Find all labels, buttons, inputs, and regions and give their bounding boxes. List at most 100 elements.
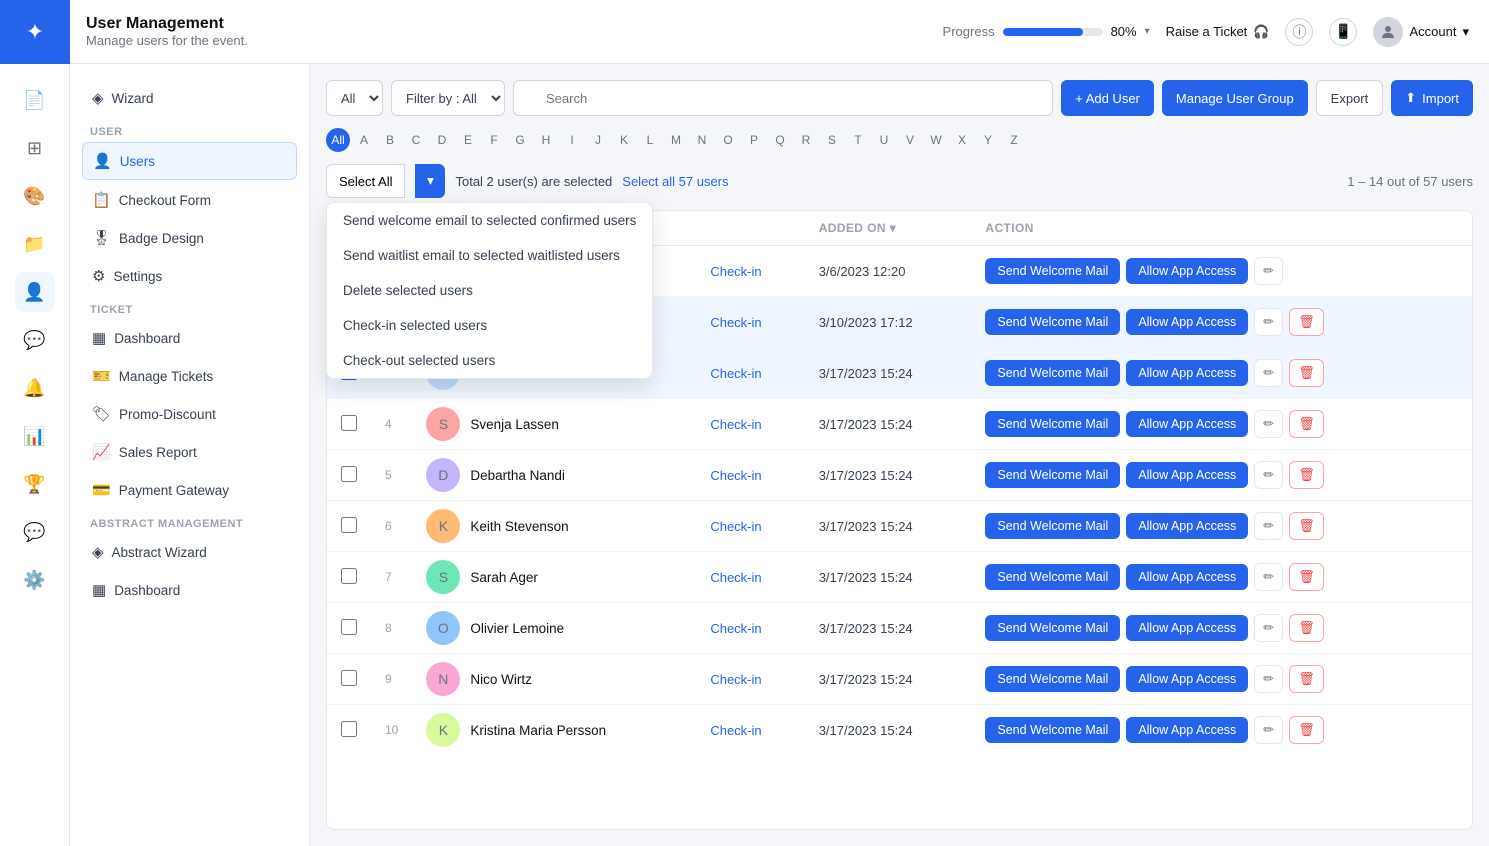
sidebar-item-users[interactable]: 👤 Users xyxy=(82,142,297,180)
sidebar-item-abstract-wizard[interactable]: ◈ Abstract Wizard xyxy=(82,534,297,570)
send-welcome-mail-button[interactable]: Send Welcome Mail xyxy=(985,258,1120,284)
delete-button[interactable]: 🗑 xyxy=(1289,563,1324,591)
alpha-btn-p[interactable]: P xyxy=(742,128,766,152)
edit-button[interactable]: ✏ xyxy=(1254,257,1283,285)
alpha-btn-all[interactable]: All xyxy=(326,128,350,152)
alpha-btn-b[interactable]: B xyxy=(378,128,402,152)
alpha-btn-q[interactable]: Q xyxy=(768,128,792,152)
row-checkbox-9[interactable] xyxy=(341,721,357,737)
iconbar-bell[interactable]: 🔔 xyxy=(15,368,55,408)
send-welcome-mail-button[interactable]: Send Welcome Mail xyxy=(985,564,1120,590)
sidebar-item-sales-report[interactable]: 📈 Sales Report xyxy=(82,434,297,470)
send-welcome-mail-button[interactable]: Send Welcome Mail xyxy=(985,513,1120,539)
alpha-btn-o[interactable]: O xyxy=(716,128,740,152)
account-button[interactable]: Account ▾ xyxy=(1373,17,1469,47)
send-welcome-mail-button[interactable]: Send Welcome Mail xyxy=(985,309,1120,335)
alpha-btn-m[interactable]: M xyxy=(664,128,688,152)
delete-button[interactable]: 🗑 xyxy=(1289,614,1324,642)
import-button[interactable]: ⬆ Import xyxy=(1391,80,1473,116)
sidebar-item-wizard[interactable]: ◈ Wizard xyxy=(82,80,297,116)
alpha-btn-e[interactable]: E xyxy=(456,128,480,152)
allow-app-access-button[interactable]: Allow App Access xyxy=(1126,258,1248,284)
checkin-button[interactable]: Check-in xyxy=(710,570,761,585)
checkin-button[interactable]: Check-in xyxy=(710,417,761,432)
checkin-button[interactable]: Check-in xyxy=(710,519,761,534)
iconbar-folder[interactable]: 📁 xyxy=(15,224,55,264)
alpha-btn-d[interactable]: D xyxy=(430,128,454,152)
edit-button[interactable]: ✏ xyxy=(1254,512,1283,540)
edit-button[interactable]: ✏ xyxy=(1254,716,1283,744)
allow-app-access-button[interactable]: Allow App Access xyxy=(1126,615,1248,641)
alpha-btn-x[interactable]: X xyxy=(950,128,974,152)
checkin-button[interactable]: Check-in xyxy=(710,264,761,279)
add-user-button[interactable]: + Add User xyxy=(1061,80,1154,116)
dropdown-item-2[interactable]: Delete selected users xyxy=(327,273,652,308)
edit-button[interactable]: ✏ xyxy=(1254,665,1283,693)
sidebar-item-dashboard[interactable]: ▦ Dashboard xyxy=(82,320,297,356)
edit-button[interactable]: ✏ xyxy=(1254,563,1283,591)
iconbar-bubble[interactable]: 💬 xyxy=(15,512,55,552)
checkin-button[interactable]: Check-in xyxy=(710,315,761,330)
send-welcome-mail-button[interactable]: Send Welcome Mail xyxy=(985,360,1120,386)
edit-button[interactable]: ✏ xyxy=(1254,614,1283,642)
allow-app-access-button[interactable]: Allow App Access xyxy=(1126,513,1248,539)
row-checkbox-6[interactable] xyxy=(341,568,357,584)
mobile-icon[interactable]: 📱 xyxy=(1329,18,1357,46)
row-checkbox-5[interactable] xyxy=(341,517,357,533)
delete-button[interactable]: 🗑 xyxy=(1289,359,1324,387)
sidebar-item-badge-design[interactable]: 🎖 Badge Design xyxy=(82,220,297,256)
checkin-button[interactable]: Check-in xyxy=(710,723,761,738)
alpha-btn-i[interactable]: I xyxy=(560,128,584,152)
sidebar-item-abstract-dashboard[interactable]: ▦ Dashboard xyxy=(82,572,297,608)
edit-button[interactable]: ✏ xyxy=(1254,410,1283,438)
row-checkbox-3[interactable] xyxy=(341,415,357,431)
alpha-btn-c[interactable]: C xyxy=(404,128,428,152)
col-added-on[interactable]: Added on ▾ xyxy=(805,211,972,246)
iconbar-trophy[interactable]: 🏆 xyxy=(15,464,55,504)
send-welcome-mail-button[interactable]: Send Welcome Mail xyxy=(985,411,1120,437)
iconbar-gear[interactable]: ⚙️ xyxy=(15,560,55,600)
alpha-btn-a[interactable]: A xyxy=(352,128,376,152)
dropdown-item-1[interactable]: Send waitlist email to selected waitlist… xyxy=(327,238,652,273)
send-welcome-mail-button[interactable]: Send Welcome Mail xyxy=(985,615,1120,641)
delete-button[interactable]: 🗑 xyxy=(1289,461,1324,489)
iconbar-grid[interactable]: ⊞ xyxy=(15,128,55,168)
all-dropdown[interactable]: All xyxy=(326,80,383,116)
iconbar-user[interactable]: 👤 xyxy=(15,272,55,312)
row-checkbox-7[interactable] xyxy=(341,619,357,635)
alpha-btn-v[interactable]: V xyxy=(898,128,922,152)
allow-app-access-button[interactable]: Allow App Access xyxy=(1126,564,1248,590)
alpha-btn-l[interactable]: L xyxy=(638,128,662,152)
checkin-button[interactable]: Check-in xyxy=(710,621,761,636)
alpha-btn-k[interactable]: K xyxy=(612,128,636,152)
manage-user-group-button[interactable]: Manage User Group xyxy=(1162,80,1308,116)
dropdown-item-0[interactable]: Send welcome email to selected confirmed… xyxy=(327,203,652,238)
alpha-btn-w[interactable]: W xyxy=(924,128,948,152)
alpha-btn-j[interactable]: J xyxy=(586,128,610,152)
checkin-button[interactable]: Check-in xyxy=(710,468,761,483)
sidebar-item-checkout-form[interactable]: 📋 Checkout Form xyxy=(82,182,297,218)
search-input[interactable] xyxy=(513,80,1053,116)
delete-button[interactable]: 🗑 xyxy=(1289,716,1324,744)
send-welcome-mail-button[interactable]: Send Welcome Mail xyxy=(985,717,1120,743)
checkin-button[interactable]: Check-in xyxy=(710,672,761,687)
sidebar-item-payment-gateway[interactable]: 💳 Payment Gateway xyxy=(82,472,297,508)
alpha-btn-g[interactable]: G xyxy=(508,128,532,152)
alpha-btn-s[interactable]: S xyxy=(820,128,844,152)
alpha-btn-n[interactable]: N xyxy=(690,128,714,152)
row-checkbox-4[interactable] xyxy=(341,466,357,482)
send-welcome-mail-button[interactable]: Send Welcome Mail xyxy=(985,462,1120,488)
allow-app-access-button[interactable]: Allow App Access xyxy=(1126,462,1248,488)
iconbar-chat[interactable]: 💬 xyxy=(15,320,55,360)
edit-button[interactable]: ✏ xyxy=(1254,461,1283,489)
alpha-btn-f[interactable]: F xyxy=(482,128,506,152)
edit-button[interactable]: ✏ xyxy=(1254,308,1283,336)
allow-app-access-button[interactable]: Allow App Access xyxy=(1126,717,1248,743)
info-icon[interactable]: ⓘ xyxy=(1285,18,1313,46)
checkin-button[interactable]: Check-in xyxy=(710,366,761,381)
alpha-btn-r[interactable]: R xyxy=(794,128,818,152)
delete-button[interactable]: 🗑 xyxy=(1289,512,1324,540)
edit-button[interactable]: ✏ xyxy=(1254,359,1283,387)
delete-button[interactable]: 🗑 xyxy=(1289,665,1324,693)
alpha-btn-t[interactable]: T xyxy=(846,128,870,152)
